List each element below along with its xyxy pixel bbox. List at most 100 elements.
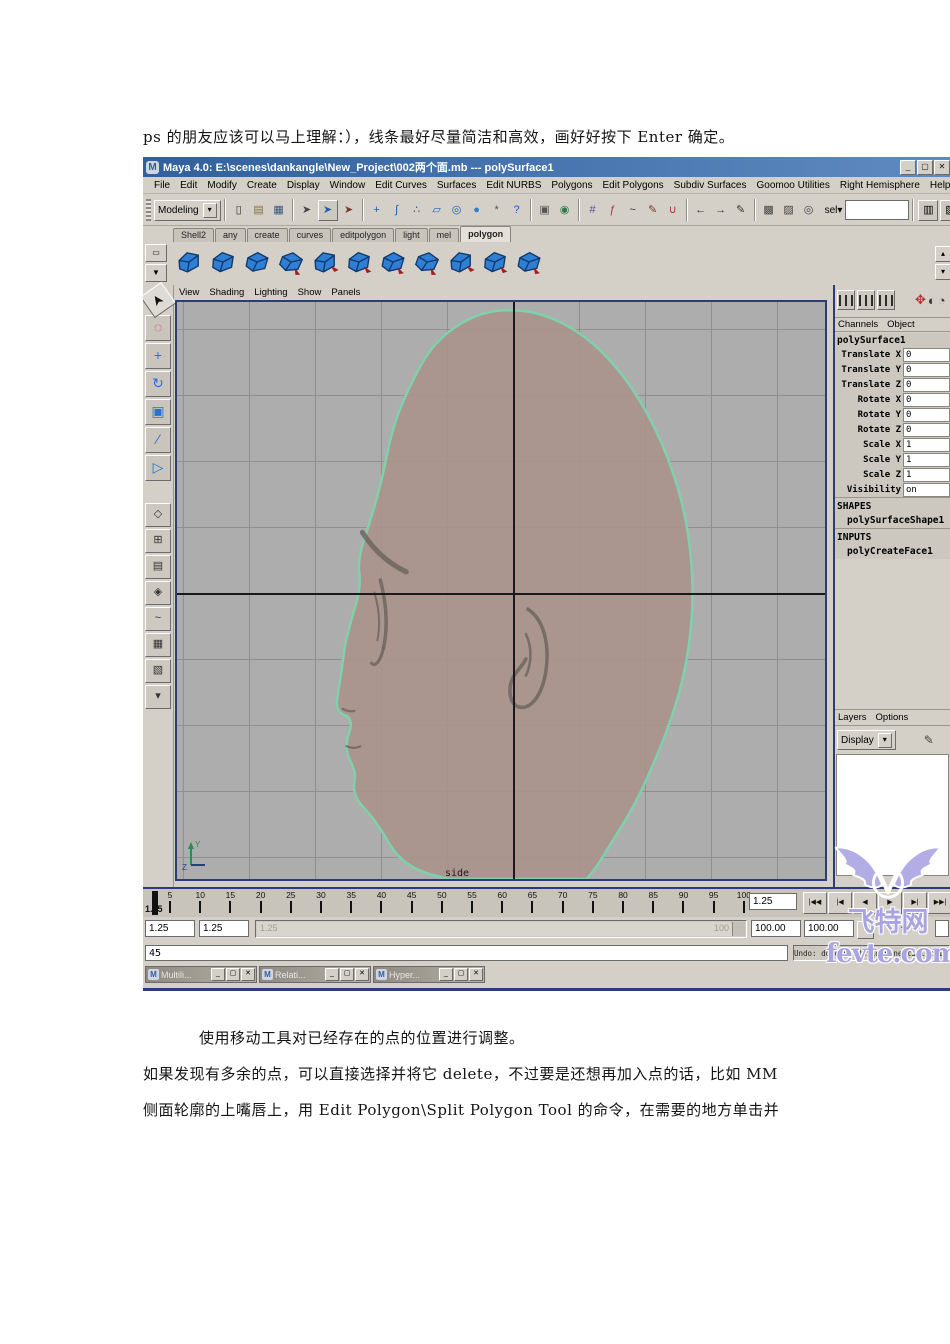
channel-menu-object[interactable]: Object [887,319,914,330]
channel-attr-value[interactable]: 1 [903,437,950,452]
menu-subdiv-surfaces[interactable]: Subdiv Surfaces [669,180,752,191]
menu-create[interactable]: Create [242,180,282,191]
time-tick[interactable]: 90 [676,890,690,917]
menu-window[interactable]: Window [325,180,371,191]
minimized-window-relati-[interactable]: M Relati... _ ▢ ✕ [259,966,371,983]
time-tick[interactable]: 60 [495,890,509,917]
time-tick[interactable]: 50 [435,890,449,917]
menu-right-hemisphere[interactable]: Right Hemisphere [835,180,925,191]
minimize-button[interactable]: _ [439,968,453,981]
time-tick[interactable]: 80 [616,890,630,917]
shelf-polygon-tool-icon[interactable] [479,245,511,279]
menu-goomoo-utilities[interactable]: Goomoo Utilities [752,180,835,191]
input-line-icon[interactable]: ƒ [604,201,622,220]
minimize-button[interactable]: _ [211,968,225,981]
menu-edit-curves[interactable]: Edit Curves [370,180,432,191]
time-tick[interactable]: 75 [586,890,600,917]
magnet-icon[interactable]: ∪ [664,201,682,220]
shape-node-name[interactable]: polySurfaceShape1 [835,513,950,528]
extra-panel-icon[interactable]: ◔ [938,293,946,308]
shelf-tab-create[interactable]: create [246,228,288,242]
range-end-handle[interactable] [732,922,745,936]
shelf-tab-editpolygon[interactable]: editpolygon [332,228,395,242]
close-button[interactable]: ✕ [469,968,483,981]
quick-select-label[interactable]: sel▾ [825,205,843,216]
move-tool[interactable]: + [145,343,171,369]
time-tick[interactable]: 15 [223,890,237,917]
shelf-tab-shell2[interactable]: Shell2 [173,228,215,242]
time-tick[interactable]: 95 [707,890,721,917]
channel-attr-value[interactable]: 0 [903,392,950,407]
menu-display[interactable]: Display [282,180,325,191]
menu-modify[interactable]: Modify [202,180,241,191]
shelf-polygon-tool-icon[interactable] [411,245,443,279]
scale-tool[interactable]: ▣ [145,399,171,425]
side-view-3d[interactable]: side Y Z [175,300,827,881]
play-forward-button[interactable]: ▶ [878,892,902,914]
snap-center-icon[interactable]: * [488,201,506,220]
time-tick[interactable]: 20 [254,890,268,917]
minimize-button[interactable]: _ [325,968,339,981]
panel-menu-lighting[interactable]: Lighting [254,287,293,298]
lock-selection-icon[interactable]: ▣ [536,201,554,220]
shelf-tab-mel[interactable]: mel [428,228,460,242]
time-tick[interactable]: 45 [405,890,419,917]
operations-icon[interactable]: ~ [624,201,642,220]
hypershade-layout-button[interactable]: ▦ [145,633,171,657]
snap-grid-icon[interactable]: + [368,201,386,220]
channel-attr-value[interactable]: 0 [903,347,950,362]
channel-attr-value[interactable]: on [903,482,950,497]
shelf-polygon-tool-icon[interactable] [173,245,205,279]
shelf-arrow-button[interactable]: ▼ [145,264,167,282]
time-tick[interactable]: 70 [556,890,570,917]
shelf-scroll-down-icon[interactable]: ▾ [935,264,950,280]
title-bar[interactable]: M Maya 4.0: E:\scenes\dankangle\New_Proj… [143,157,950,177]
show-grid-icon[interactable]: ▥ [918,199,939,221]
menu-edit-nurbs[interactable]: Edit NURBS [481,180,546,191]
shelf-polygon-tool-icon[interactable] [513,245,545,279]
keyframe-auto-icon[interactable]: ◉ [556,201,574,220]
panel-menu-view[interactable]: View [179,287,205,298]
help-mode-icon[interactable]: ? [508,201,526,220]
shelf-polygon-tool-icon[interactable] [309,245,341,279]
shelf-tab-curves[interactable]: curves [288,228,332,242]
persp-multi-layout-button[interactable]: ▧ [145,659,171,683]
playback-end-field[interactable]: 100.00 [751,920,801,937]
new-layer-icon[interactable]: ✎ [924,733,934,747]
open-scene-icon[interactable]: ▤ [250,201,268,220]
close-button[interactable]: ✕ [241,968,255,981]
paint-effects-icon[interactable]: ✎ [644,201,662,220]
redo-view-icon[interactable]: → [712,201,730,220]
channel-menu-channels[interactable]: Channels [838,319,878,330]
make-live-icon[interactable]: ● [468,201,486,220]
rotate-tool[interactable]: ↻ [145,371,171,397]
channel-speed-icon[interactable] [837,290,855,310]
render-current-icon[interactable]: ▩ [760,201,778,220]
time-slider[interactable]: 1.25 5 10 15 20 25 30 35 40 45 50 55 60 65 70 75 80 85 90… [143,887,950,917]
quick-select-input[interactable] [845,200,910,220]
current-time-field[interactable]: 1.25 [749,893,797,910]
panel-menu-show[interactable]: Show [298,287,328,298]
layers-menu-layers[interactable]: Layers [838,712,867,723]
menu-edit-polygons[interactable]: Edit Polygons [598,180,669,191]
menu-surfaces[interactable]: Surfaces [432,180,481,191]
show-panel-icon[interactable]: ▧ [940,199,950,221]
time-tick[interactable]: 55 [465,890,479,917]
restore-button[interactable]: ▢ [454,968,468,981]
close-button[interactable]: ✕ [355,968,369,981]
channel-attr-value[interactable]: 0 [903,407,950,422]
shelf-polygon-tool-icon[interactable] [275,245,307,279]
render-globals-icon[interactable]: ◎ [800,201,818,220]
snap-surface-icon[interactable]: ◎ [448,201,466,220]
menu-file[interactable]: File [149,180,175,191]
menu-help[interactable]: Help [925,180,950,191]
shelf-polygon-tool-icon[interactable] [343,245,375,279]
time-tick[interactable]: 30 [314,890,328,917]
persp-graph-layout-button[interactable]: ~ [145,607,171,631]
shelf-tab-polygon[interactable]: polygon [460,226,512,242]
time-tick[interactable]: 65 [525,890,539,917]
menu-set-selector[interactable]: Modeling ▾ [154,199,221,221]
four-pane-layout-button[interactable]: ⊞ [145,529,171,553]
range-slider[interactable]: 1.25 100 [255,920,747,938]
close-button[interactable]: ✕ [934,159,950,175]
